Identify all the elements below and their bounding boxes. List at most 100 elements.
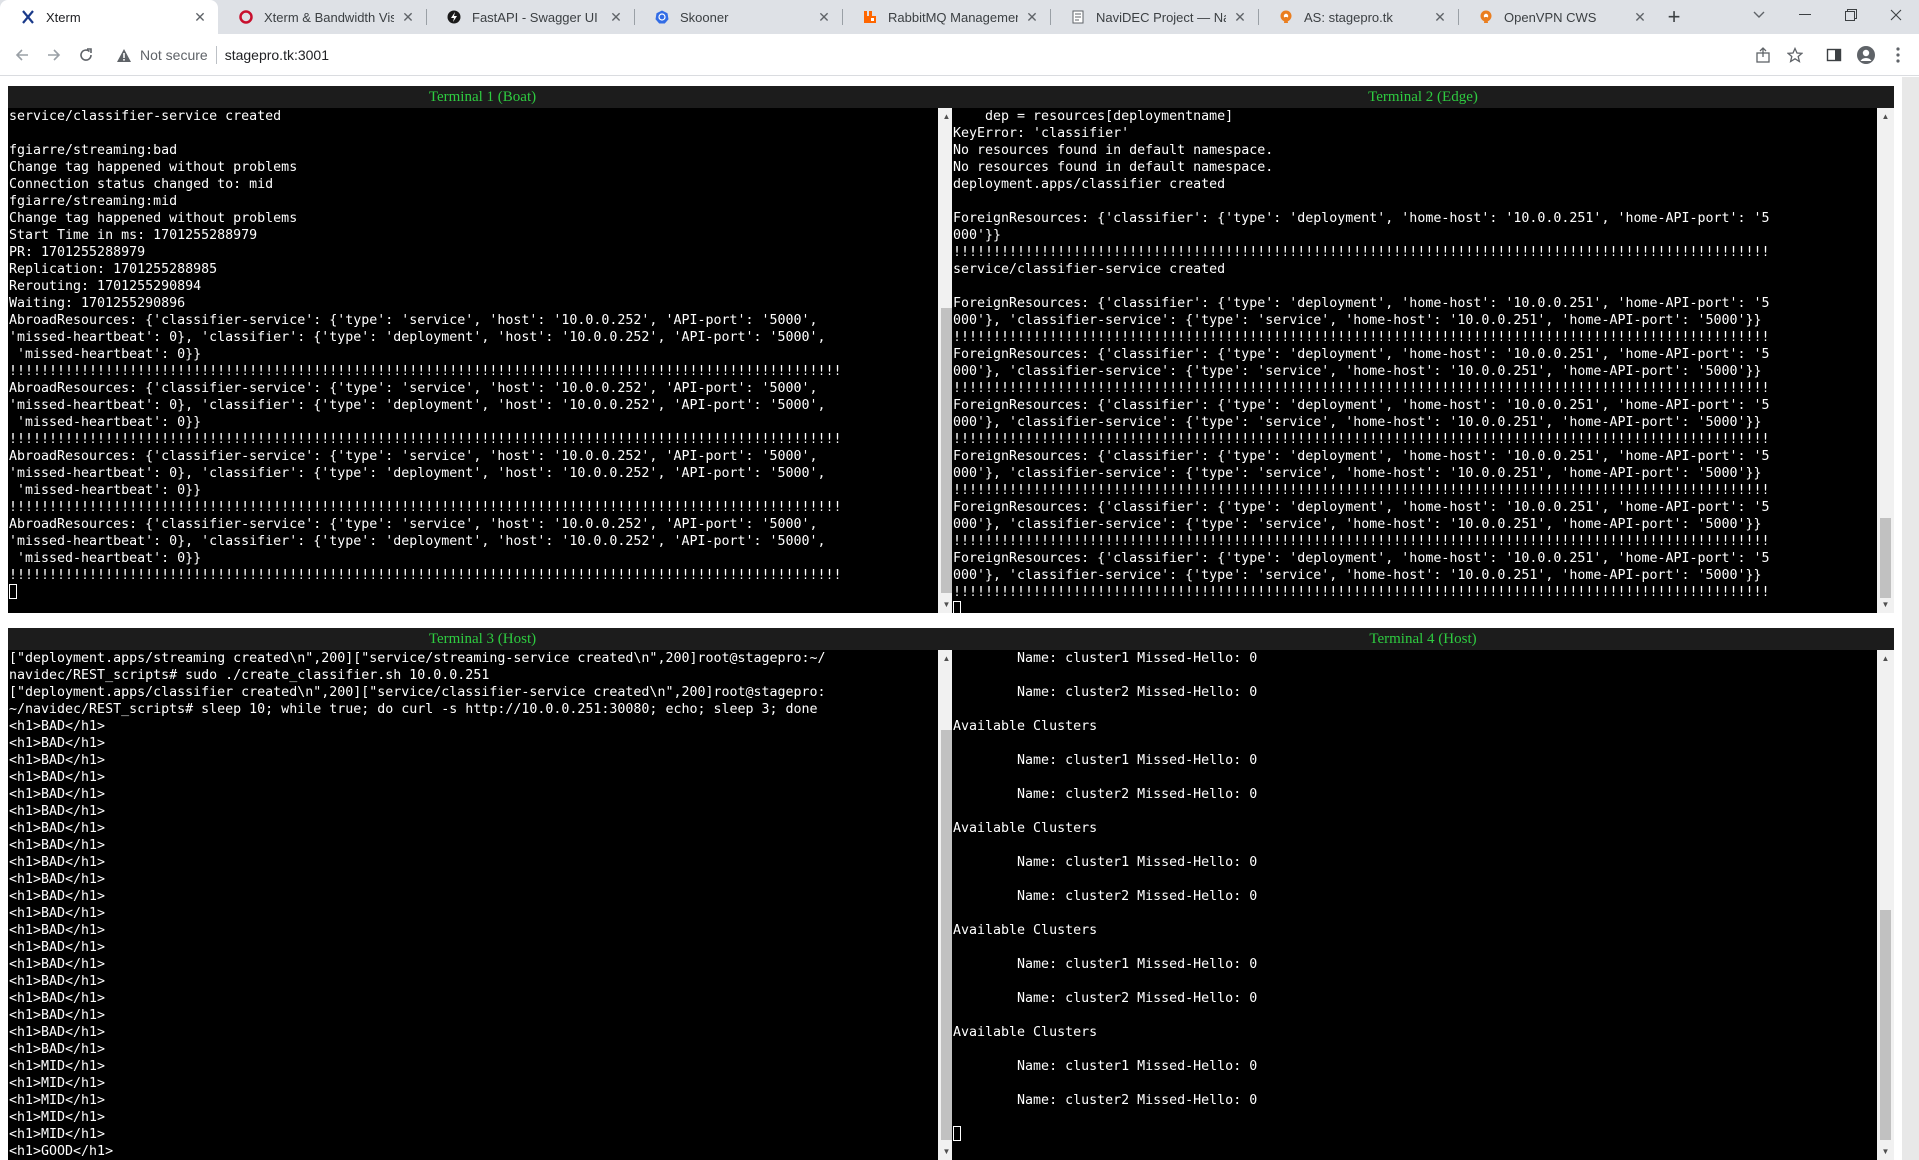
close-icon[interactable]: ✕	[1024, 9, 1040, 25]
terminal-line: <h1>BAD</h1>	[9, 1042, 106, 1057]
terminal-line: Change tag happened without problems	[9, 211, 298, 226]
bookmark-star-icon[interactable]	[1783, 43, 1807, 67]
terminal-line: <h1>MID</h1>	[9, 1127, 106, 1142]
tab-title: RabbitMQ Management	[888, 9, 1018, 25]
terminal-line: ForeignResources: {'classifier': {'type'…	[953, 296, 1770, 311]
close-icon[interactable]: ✕	[192, 9, 208, 25]
close-icon[interactable]: ✕	[400, 9, 416, 25]
new-tab-button[interactable]: +	[1660, 4, 1688, 30]
terminal-2-title: Terminal 2 (Edge)	[952, 86, 1894, 108]
tab-navidec[interactable]: NaviDEC Project — NaviD ✕	[1050, 0, 1258, 34]
scroll-down-arrow-icon[interactable]: ▼	[1877, 1143, 1894, 1160]
terminal-line: <h1>BAD</h1>	[9, 719, 106, 734]
scrollbar-thumb[interactable]	[941, 308, 952, 593]
url-text[interactable]: stagepro.tk:3001	[225, 47, 329, 63]
terminal-line: <h1>BAD</h1>	[9, 855, 106, 870]
scrollbar-thumb[interactable]	[1880, 518, 1891, 598]
terminal-2-output[interactable]: dep = resources[deploymentname] KeyError:…	[952, 108, 1877, 613]
terminal-line: <h1>BAD</h1>	[9, 1025, 106, 1040]
share-icon[interactable]	[1751, 43, 1775, 67]
xterm-x-icon	[20, 9, 36, 25]
terminal-line: AbroadResources: {'classifier-service': …	[9, 449, 818, 464]
window-close-icon[interactable]	[1873, 0, 1919, 30]
terminal-line: service/classifier-service created	[9, 109, 282, 124]
close-icon[interactable]: ✕	[816, 9, 832, 25]
minimize-icon[interactable]	[1782, 0, 1828, 30]
tab-search-chevron-icon[interactable]	[1736, 0, 1782, 30]
tab-title: FastAPI - Swagger UI	[472, 9, 598, 25]
terminal-4-output[interactable]: Name: cluster1 Missed-Hello: 0 Name: clu…	[952, 650, 1877, 1160]
terminal-line: 000'}, 'classifier-service': {'type': 's…	[953, 415, 1762, 430]
terminal-line: Name: cluster1 Missed-Hello: 0	[953, 855, 1258, 870]
scroll-up-arrow-icon[interactable]: ▲	[1877, 650, 1894, 667]
terminal-line: ForeignResources: {'classifier': {'type'…	[953, 500, 1770, 515]
terminal-line: Name: cluster2 Missed-Hello: 0	[953, 1093, 1258, 1108]
terminal-2-scrollbar[interactable]: ▲ ▼	[1877, 108, 1894, 613]
terminal-line: ForeignResources: {'classifier': {'type'…	[953, 347, 1770, 362]
side-panel-icon[interactable]	[1822, 43, 1846, 67]
close-icon[interactable]: ✕	[608, 9, 624, 25]
terminal-3-output[interactable]: ["deployment.apps/streaming created\n",2…	[8, 650, 938, 1160]
tab-title: OpenVPN CWS	[1504, 9, 1597, 25]
close-icon[interactable]: ✕	[1632, 9, 1648, 25]
tab-as-stagepro[interactable]: AS: stagepro.tk ✕	[1258, 0, 1458, 34]
terminal-line: <h1>BAD</h1>	[9, 923, 106, 938]
page-scrollbar[interactable]	[1902, 77, 1919, 1160]
tab-rabbitmq[interactable]: RabbitMQ Management ✕	[842, 0, 1050, 34]
terminal-line: !!!!!!!!!!!!!!!!!!!!!!!!!!!!!!!!!!!!!!!!…	[953, 483, 1770, 498]
terminal-line: !!!!!!!!!!!!!!!!!!!!!!!!!!!!!!!!!!!!!!!!…	[953, 330, 1770, 345]
terminal-line: <h1>BAD</h1>	[9, 889, 106, 904]
scrollbar-thumb[interactable]	[941, 730, 952, 1140]
terminal-line: !!!!!!!!!!!!!!!!!!!!!!!!!!!!!!!!!!!!!!!!…	[953, 432, 1770, 447]
tab-xterm[interactable]: Xterm ✕	[0, 0, 218, 34]
terminal-line: 'missed-heartbeat': 0}}	[9, 415, 202, 430]
kebab-menu-icon[interactable]	[1886, 43, 1910, 67]
omnibox-divider	[215, 46, 217, 64]
warning-triangle-icon[interactable]	[116, 47, 132, 63]
terminal-line: Replication: 1701255288985	[9, 262, 218, 277]
tab-openvpn-cws[interactable]: OpenVPN CWS ✕	[1458, 0, 1658, 34]
terminal-cursor	[953, 1126, 961, 1141]
terminal-4-title: Terminal 4 (Host)	[952, 628, 1894, 650]
terminal-line: Waiting: 1701255290896	[9, 296, 186, 311]
back-arrow-icon[interactable]	[8, 41, 36, 69]
terminal-line: Change tag happened without problems	[9, 160, 298, 175]
terminal-line: fgiarre/streaming:mid	[9, 194, 178, 209]
kubernetes-wheel-icon	[654, 9, 670, 25]
restore-icon[interactable]	[1828, 0, 1874, 30]
profile-avatar-icon[interactable]	[1854, 43, 1878, 67]
tab-skooner[interactable]: Skooner ✕	[634, 0, 842, 34]
tab-bandwidth[interactable]: Xterm & Bandwidth Visual ✕	[218, 0, 426, 34]
not-secure-label[interactable]: Not secure	[140, 47, 208, 63]
terminal-line: 000'}}	[953, 228, 1002, 243]
terminal-1-output[interactable]: service/classifier-service created fgiarr…	[8, 108, 938, 613]
terminal-line: Name: cluster2 Missed-Hello: 0	[953, 991, 1258, 1006]
terminal-line: <h1>BAD</h1>	[9, 838, 106, 853]
terminal-line: Start Time in ms: 1701255288979	[9, 228, 258, 243]
terminal-line: <h1>MID</h1>	[9, 1093, 106, 1108]
terminal-4-scrollbar[interactable]: ▲ ▼	[1877, 650, 1894, 1160]
forward-arrow-icon[interactable]	[40, 41, 68, 69]
close-icon[interactable]: ✕	[1432, 9, 1448, 25]
scroll-down-arrow-icon[interactable]: ▼	[1877, 596, 1894, 613]
tab-fastapi[interactable]: FastAPI - Swagger UI ✕	[426, 0, 634, 34]
tab-title: AS: stagepro.tk	[1304, 9, 1393, 25]
reload-icon[interactable]	[72, 41, 100, 69]
scrollbar-thumb[interactable]	[1880, 910, 1891, 1140]
close-icon[interactable]: ✕	[1232, 9, 1248, 25]
scroll-up-arrow-icon[interactable]: ▲	[1877, 108, 1894, 125]
terminal-1-title: Terminal 1 (Boat)	[8, 86, 957, 108]
terminal-line: Available Clusters	[953, 923, 1098, 938]
terminal-line: <h1>BAD</h1>	[9, 906, 106, 921]
address-bar[interactable]: Not secure stagepro.tk:3001	[108, 39, 1748, 71]
tab-title: Skooner	[680, 9, 729, 25]
terminal-line: Available Clusters	[953, 719, 1098, 734]
